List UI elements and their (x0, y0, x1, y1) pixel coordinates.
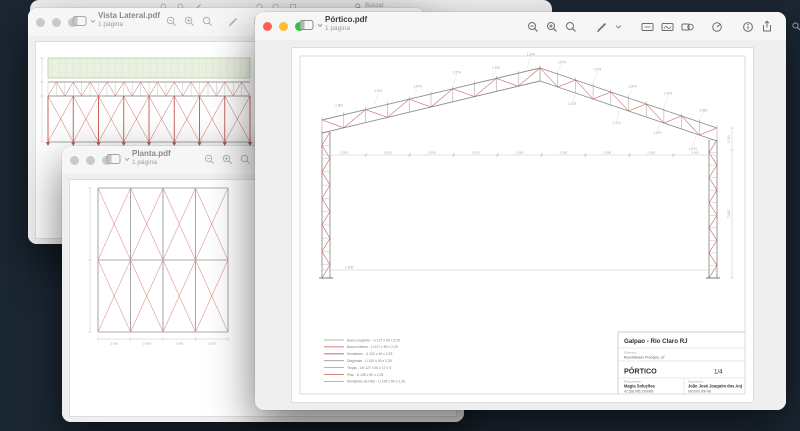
sheet-name: PÓRTICO (624, 367, 657, 376)
legend: Banzo Superior - U 127 x 50 x 2,25 Banzo… (324, 338, 405, 383)
dim-label: 1.574 (653, 131, 661, 135)
signature-icon[interactable] (661, 21, 674, 33)
owner-doc: 000.000.000-98 (688, 389, 711, 393)
sidebar-toggle-button[interactable] (299, 19, 323, 31)
dim-label: 2.000 (516, 150, 524, 154)
company-doc: 42.528.995.1000/89 (624, 389, 654, 393)
window-portico: Pórtico.pdf 1 página Buscar (255, 12, 786, 410)
chevron-down-icon (124, 157, 130, 162)
close-button[interactable] (36, 18, 45, 27)
sidebar-icon (299, 19, 315, 31)
dim-label: 1.574 (558, 61, 566, 65)
zoom-out-icon[interactable] (204, 154, 215, 165)
dim-label: 7.040 (727, 210, 731, 218)
dim-label: 2.000 (384, 150, 392, 154)
legend-item: Montantes do Pilar - U 135 x 50 x 2,25 (347, 380, 405, 384)
dim-label: 1.800 (335, 103, 343, 107)
chevron-down-icon (90, 19, 96, 24)
zoom-in-icon[interactable] (222, 154, 233, 165)
sidebar-icon (106, 153, 122, 165)
legend-item: Terças - Ue 127 x 50 x 17 x 3 (347, 366, 391, 370)
dim-label: 2.000 (691, 150, 699, 154)
zoom-in-icon[interactable] (546, 21, 558, 33)
dim-label: 2.000 (340, 150, 348, 154)
minimize-button[interactable] (52, 18, 61, 27)
portico-page: 1.800 1.574 1.574 1.574 1.574 1.574 1.574 1.574… (292, 48, 753, 402)
portico-titlebar[interactable]: Pórtico.pdf 1 página Buscar (255, 12, 786, 41)
dim-label: 2.000 (143, 342, 151, 346)
window-title: Vista Lateral.pdf 1 página (98, 12, 160, 29)
dim-label: 2.000 (428, 150, 436, 154)
chevron-down-icon (317, 23, 323, 28)
textbox-icon[interactable] (641, 21, 654, 33)
dim-label: 1.800 (699, 109, 707, 113)
zoom-out-icon[interactable] (166, 16, 177, 27)
zoom-fit-icon[interactable] (240, 154, 251, 165)
sidebar-icon (72, 15, 88, 27)
zoom-fit-icon[interactable] (202, 16, 213, 27)
dim-label: 1.900 (345, 265, 354, 269)
portico-toolbar: Buscar (527, 20, 800, 33)
share-icon[interactable] (761, 20, 773, 33)
sidebar-toggle-button[interactable] (106, 153, 130, 165)
address-label: Endereço: (624, 351, 637, 355)
dim-label: 1.574 (492, 66, 500, 70)
dim-label: 2.000 (175, 342, 183, 346)
sheet-number: 1/4 (714, 369, 723, 376)
dim-label: 1.790 (727, 135, 731, 143)
close-button[interactable] (70, 156, 79, 165)
zoom-out-icon[interactable] (527, 21, 539, 33)
search-icon (792, 22, 800, 31)
dim-label: 1.574 (613, 121, 621, 125)
window-title: Pórtico.pdf 1 página (325, 16, 367, 33)
dim-label: 2.000 (472, 150, 480, 154)
dim-label: 2.000 (110, 342, 118, 346)
legend-item: Banzo Superior - U 127 x 50 x 2,25 (347, 338, 400, 342)
dim-label: 1.574 (453, 70, 461, 74)
minimize-button[interactable] (279, 22, 288, 31)
shapes-icon[interactable] (681, 21, 694, 33)
dim-label: 2.000 (208, 342, 216, 346)
chevron-down-icon[interactable] (615, 24, 622, 30)
close-button[interactable] (263, 22, 272, 31)
adjust-dial-icon[interactable] (711, 21, 723, 33)
planta-traffic-lights (70, 156, 111, 165)
address-value: Rua Mariano Procópio, 37 (624, 356, 665, 360)
project-title: Galpao - Rio Claro RJ (624, 338, 688, 345)
legend-item: Diagonais - U 100 x 40 x 2,25 (347, 359, 392, 363)
zoom-fit-icon[interactable] (565, 21, 577, 33)
title-block: Galpao - Rio Claro RJ Endereço: Rua Mari… (618, 332, 745, 394)
portico-drawing: 1.800 1.574 1.574 1.574 1.574 1.574 1.574 1.574… (319, 53, 734, 278)
desktop: { "colors": { "accent_red": "#c4574e", "… (0, 0, 800, 431)
dim-label: 1.574 (629, 85, 637, 89)
dim-label: 1.574 (593, 68, 601, 72)
dim-label: 1.574 (664, 92, 672, 96)
portico-sheet: 1.800 1.574 1.574 1.574 1.574 1.574 1.574 1.574… (292, 48, 753, 402)
dim-label: 2.000 (603, 150, 611, 154)
vista-traffic-lights (36, 18, 77, 27)
dim-label: 1.574 (374, 89, 382, 93)
markup-pencil-icon[interactable] (596, 21, 608, 33)
sidebar-toggle-button[interactable] (72, 15, 96, 27)
portico-traffic-lights (263, 22, 304, 31)
company-name: Magia Soluções (624, 384, 656, 389)
dim-label: 2.000 (647, 150, 655, 154)
owner-name: João José Joaquim dos Anj (688, 384, 742, 389)
window-title: Planta.pdf 1 página (132, 150, 171, 167)
legend-item: Montantes - U 100 x 40 x 2,25 (347, 352, 393, 356)
dim-label: 1.574 (568, 102, 576, 106)
portico-canvas: 1.800 1.574 1.574 1.574 1.574 1.574 1.574 1.574… (255, 40, 786, 410)
search-input[interactable]: Buscar (792, 22, 800, 31)
legend-item: Pilar - U 135 x 50 x 2,25 (347, 373, 383, 377)
dim-label: 1.574 (527, 53, 535, 57)
info-icon[interactable] (742, 21, 754, 33)
zoom-in-icon[interactable] (184, 16, 195, 27)
legend-item: Banzo Inferior - U 127 x 50 x 2,25 (347, 345, 398, 349)
minimize-button[interactable] (86, 156, 95, 165)
dim-label: 2.000 (560, 150, 568, 154)
dim-label: 1.574 (414, 85, 422, 89)
markup-pencil-icon[interactable] (228, 16, 239, 27)
